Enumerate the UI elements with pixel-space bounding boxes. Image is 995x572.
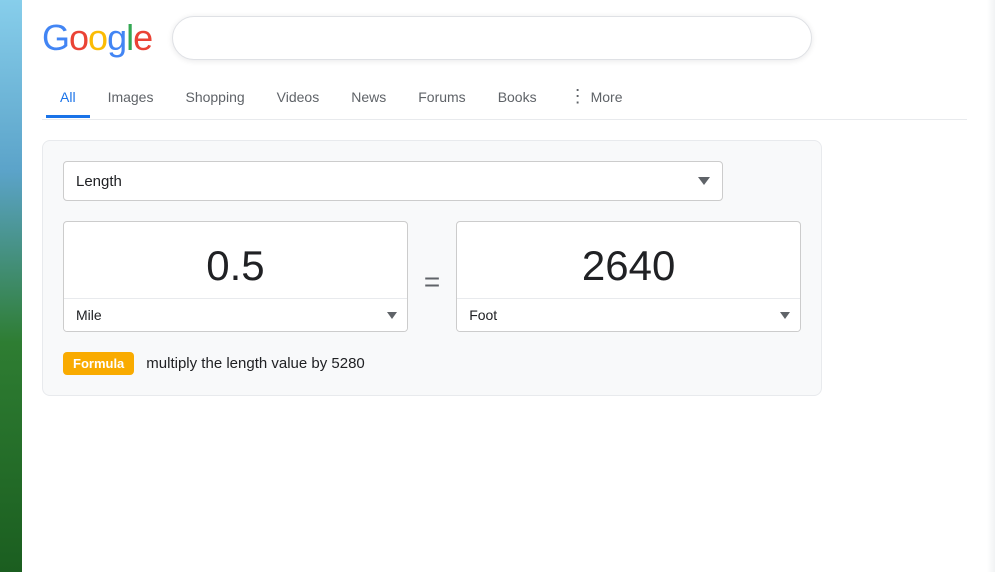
logo-o2: o	[88, 17, 107, 58]
formula-badge: Formula	[63, 352, 134, 375]
from-value: 0.5	[64, 222, 407, 298]
from-box: 0.5 Mile	[63, 221, 408, 332]
equals-sign: =	[424, 221, 440, 332]
tab-images[interactable]: Images	[94, 79, 168, 118]
conversion-row: 0.5 Mile = 2640 Foot	[63, 221, 801, 332]
to-box: 2640 Foot	[456, 221, 801, 332]
search-bar[interactable]: how many feet in a half mile	[172, 16, 812, 60]
category-select[interactable]: Length	[63, 161, 723, 201]
sidebar-image	[0, 0, 22, 572]
logo-e: e	[133, 17, 152, 58]
header-top: Google how many feet in a half mile	[42, 16, 967, 60]
header: Google how many feet in a half mile All …	[22, 0, 987, 120]
tab-more[interactable]: ⋮ More	[555, 76, 637, 120]
logo-g: G	[42, 17, 69, 58]
tab-news[interactable]: News	[337, 79, 400, 118]
logo-g2: g	[107, 17, 126, 58]
formula-row: Formula multiply the length value by 528…	[63, 352, 801, 375]
formula-text: multiply the length value by 5280	[146, 355, 364, 372]
tab-forums[interactable]: Forums	[404, 79, 479, 118]
to-unit-select[interactable]: Foot	[457, 298, 800, 331]
logo-o1: o	[69, 17, 88, 58]
from-unit-select[interactable]: Mile	[64, 298, 407, 331]
converter-card: Length 0.5 Mile = 2640 Foot	[42, 140, 822, 396]
tab-videos[interactable]: Videos	[263, 79, 334, 118]
tab-more-label: More	[591, 89, 623, 105]
right-edge	[987, 0, 995, 572]
tab-all[interactable]: All	[46, 79, 90, 118]
nav-tabs: All Images Shopping Videos News Forums B…	[42, 76, 967, 120]
tab-shopping[interactable]: Shopping	[171, 79, 258, 118]
google-logo[interactable]: Google	[42, 17, 152, 59]
main-content: Google how many feet in a half mile All …	[22, 0, 987, 572]
to-value: 2640	[457, 222, 800, 298]
search-input[interactable]: how many feet in a half mile	[193, 29, 791, 47]
more-dots-icon: ⋮	[569, 86, 587, 107]
tab-books[interactable]: Books	[484, 79, 551, 118]
content-area: Length 0.5 Mile = 2640 Foot	[22, 120, 987, 416]
